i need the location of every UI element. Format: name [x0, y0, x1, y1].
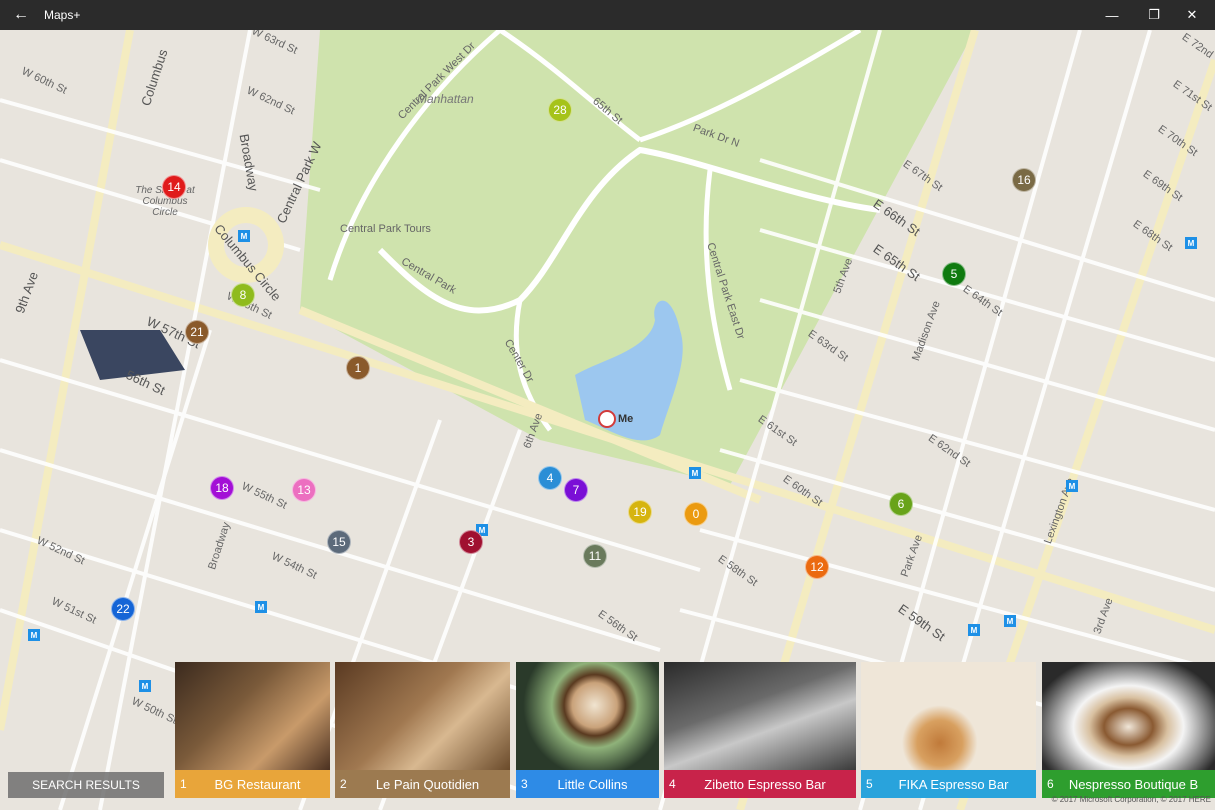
- current-location-label: Me: [618, 413, 634, 425]
- result-bar: 6 Nespresso Boutique B: [1042, 770, 1215, 798]
- map-pin[interactable]: 11: [583, 544, 607, 568]
- map-pin[interactable]: 21: [185, 320, 209, 344]
- map-pin[interactable]: 7: [564, 478, 588, 502]
- map-pin[interactable]: 8: [231, 283, 255, 307]
- result-name: Little Collins: [557, 776, 628, 792]
- result-name: Le Pain Quotidien: [375, 776, 480, 792]
- map-pin[interactable]: 6: [889, 492, 913, 516]
- result-bar: 5 FIKA Espresso Bar: [861, 770, 1036, 798]
- metro-icon: M: [28, 629, 40, 641]
- close-icon[interactable]: ✕: [1169, 0, 1215, 30]
- metro-icon: M: [689, 467, 701, 479]
- metro-icon: M: [968, 624, 980, 636]
- map-pin[interactable]: 13: [292, 478, 316, 502]
- result-card[interactable]: 4 Zibetto Espresso Bar: [664, 662, 856, 798]
- result-number: 3: [521, 777, 528, 791]
- title-bar: ← Maps+ — ❐ ✕: [0, 0, 1215, 30]
- minimize-icon[interactable]: —: [1089, 0, 1135, 30]
- result-photo: [175, 662, 330, 770]
- result-bar: 4 Zibetto Espresso Bar: [664, 770, 856, 798]
- map-pin[interactable]: 16: [1012, 168, 1036, 192]
- metro-icon: M: [255, 601, 267, 613]
- map-pin[interactable]: 1: [346, 356, 370, 380]
- result-photo: [1042, 662, 1215, 770]
- map-pin[interactable]: 14: [162, 175, 186, 199]
- result-photo: [335, 662, 510, 770]
- result-number: 5: [866, 777, 873, 791]
- map-pin[interactable]: 4: [538, 466, 562, 490]
- back-arrow-icon[interactable]: ←: [8, 4, 34, 26]
- map-pin[interactable]: 19: [628, 500, 652, 524]
- map-pin[interactable]: 22: [111, 597, 135, 621]
- result-photo: [664, 662, 856, 770]
- metro-icon: M: [238, 230, 250, 242]
- result-number: 6: [1047, 777, 1054, 791]
- map-pin[interactable]: 15: [327, 530, 351, 554]
- result-name: Zibetto Espresso Bar: [704, 776, 826, 792]
- result-number: 4: [669, 777, 676, 791]
- result-number: 2: [340, 777, 347, 791]
- result-photo: [861, 662, 1036, 770]
- metro-icon: M: [1185, 237, 1197, 249]
- result-card[interactable]: 5 FIKA Espresso Bar: [861, 662, 1036, 798]
- metro-icon: M: [1066, 480, 1078, 492]
- metro-icon: M: [1004, 615, 1016, 627]
- result-card[interactable]: 3 Little Collins: [516, 662, 659, 798]
- map-pin[interactable]: 3: [459, 530, 483, 554]
- result-name: Nespresso Boutique B: [1068, 776, 1199, 792]
- current-location-icon[interactable]: [598, 410, 616, 428]
- result-bar: 2 Le Pain Quotidien: [335, 770, 510, 798]
- map-pin[interactable]: 5: [942, 262, 966, 286]
- result-bar: 3 Little Collins: [516, 770, 659, 798]
- result-name: FIKA Espresso Bar: [898, 776, 1009, 792]
- metro-icon: M: [139, 680, 151, 692]
- copyright: © 2017 Microsoft Corporation, © 2017 HER…: [1051, 795, 1211, 804]
- result-card[interactable]: 1 BG Restaurant: [175, 662, 330, 798]
- map-pin[interactable]: 28: [548, 98, 572, 122]
- result-name: BG Restaurant: [214, 776, 301, 792]
- map-label: Central Park Tours: [340, 223, 431, 235]
- result-card[interactable]: 6 Nespresso Boutique B: [1042, 662, 1215, 798]
- map-pin[interactable]: 18: [210, 476, 234, 500]
- map-pin[interactable]: 12: [805, 555, 829, 579]
- result-card[interactable]: 2 Le Pain Quotidien: [335, 662, 510, 798]
- result-number: 1: [180, 777, 187, 791]
- result-bar: 1 BG Restaurant: [175, 770, 330, 798]
- result-photo: [516, 662, 659, 770]
- app-title: Maps+: [44, 8, 81, 22]
- map-pin[interactable]: 0: [684, 502, 708, 526]
- search-results-button[interactable]: SEARCH RESULTS: [8, 772, 164, 798]
